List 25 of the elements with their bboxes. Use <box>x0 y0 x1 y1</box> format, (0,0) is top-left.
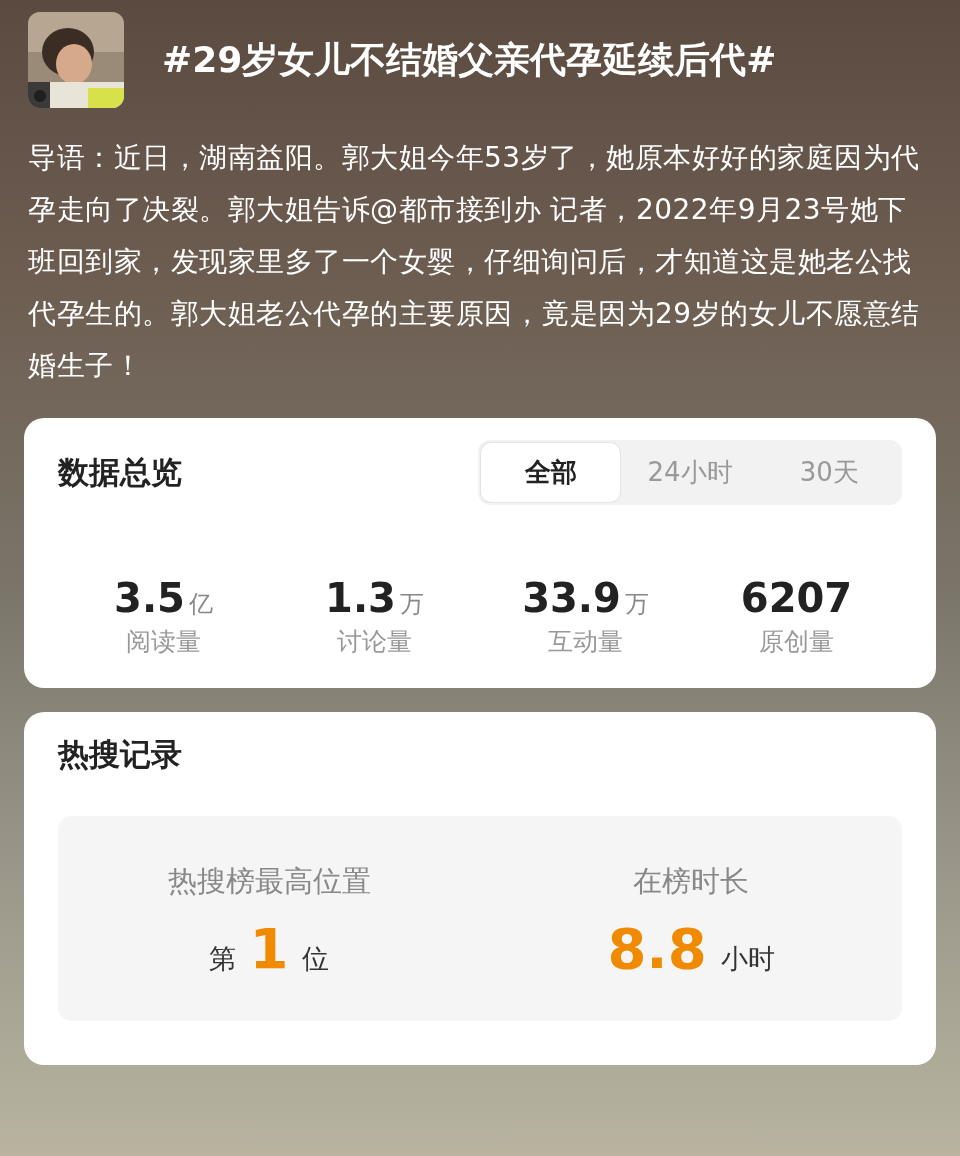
record-label: 热搜榜最高位置 <box>167 863 371 900</box>
stat-label: 讨论量 <box>337 626 412 658</box>
period-tab[interactable]: 24小时 <box>620 443 760 502</box>
stat-label: 阅读量 <box>126 626 201 658</box>
stat-value: 33.9 <box>522 575 621 621</box>
stat-unit: 万 <box>399 589 424 620</box>
card-title: 数据总览 <box>58 452 182 492</box>
card-title: 热搜记录 <box>58 735 183 774</box>
stat-label: 互动量 <box>548 626 623 658</box>
record-prefix: 第 <box>208 942 236 976</box>
period-tab[interactable]: 全部 <box>481 443 621 502</box>
stat-value: 3.5 <box>114 575 185 621</box>
record-unit: 位 <box>302 942 330 976</box>
record-label: 在榜时长 <box>633 863 749 900</box>
topic-title: #29岁女儿不结婚父亲代孕延续后代# <box>162 37 777 82</box>
stat-value: 6207 <box>740 575 853 621</box>
record-value: 8.8 <box>607 916 707 981</box>
intro-paragraph: 导语：近日，湖南益阳。郭大姐今年53岁了，她原本好好的家庭因为代孕走向了决裂。郭大姐告诉@都市接到办 记者，2022年9月23号她下班回到家，发现家里多了一个女婴，仔细询问后，才知道这是她老公找代孕生的。郭大姐老公代孕的主要原因，竟是因为29岁的女儿不愿意结婚生子！ <box>28 140 921 384</box>
stat-unit: 万 <box>624 589 649 620</box>
stat-value: 1.3 <box>325 575 396 621</box>
stat-unit: 亿 <box>188 589 213 620</box>
period-tab[interactable]: 30天 <box>759 443 899 502</box>
record-value: 1 <box>249 916 289 981</box>
stat-label: 原创量 <box>759 626 834 658</box>
record-unit: 小时 <box>720 942 775 976</box>
